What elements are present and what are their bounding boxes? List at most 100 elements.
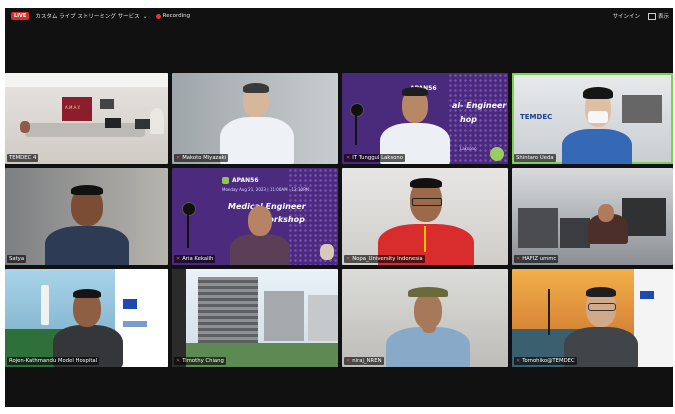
recording-label: Recording [162,13,191,19]
person-body [386,327,470,367]
wall-monitor [100,99,114,109]
person-hair [71,185,103,195]
temdec-logo: TEMDEC [520,113,553,121]
stream-service-title[interactable]: カスタム ライブ ストリーミング サービス [35,12,139,20]
video-tile-hafiz-ummc[interactable]: ✕ HAFIZ ummc [512,168,673,265]
person-body [220,117,294,164]
video-tile-temdec-4[interactable]: A.M.A.Y. TEMDEC 4 [5,73,168,164]
muted-mic-icon: ✕ [516,358,521,364]
record-dot-icon [155,13,161,19]
laptop [105,118,121,128]
video-grid: A.M.A.Y. TEMDEC 4 ✕Makoto Miyazaki APAN5… [5,73,673,373]
view-button[interactable]: 表示 [658,12,669,20]
participant-name: ✕ Nopa_University Indonesia [344,255,425,263]
chevron-down-icon[interactable]: ⌄ [143,13,148,20]
video-tile-makoto-miyazaki[interactable]: ✕ Makoto Miyazaki [172,73,338,164]
slide-title: al- Engineer [452,101,507,110]
recording-indicator: Recording [155,13,191,19]
lanyard [424,226,426,252]
participant-name: ✕ Aria Kekalih [174,255,216,263]
participant-name: ✕ IT Tunggul Laksono [344,154,405,162]
building [308,295,338,341]
video-tile-shintaro-ueda[interactable]: TEMDEC Shintaro Ueda [512,73,673,164]
black-bar [172,269,186,367]
video-tile-niraj-nren[interactable]: ✕ niraj_NREN [342,269,508,367]
webcam-stand [187,214,189,248]
sponsor-logo [640,291,654,299]
webcam-icon [182,202,196,216]
video-tile-tomohiko-temdec[interactable]: ✕ Tomohiko@TEMDEC [512,269,673,367]
slide-title: hop [460,115,477,124]
lab-equipment [518,208,558,248]
person-hair [410,178,442,188]
background-equipment [622,95,662,123]
fishing-pole [548,289,550,335]
person-body [230,234,290,265]
signin-button[interactable]: サインイン [612,12,640,20]
logo-badge [490,147,504,161]
participant-name: Satya [7,255,27,263]
hand [422,319,436,333]
glasses-icon [412,198,442,206]
participant-name: ✕ Tomohiko@TEMDEC [514,357,577,365]
cap [408,287,448,297]
video-tile-it-tunggul-laksono[interactable]: APAN56 al- Engineer hop Laksono ✕IT Tung… [342,73,508,164]
participant-name: Rojen-Kathmandu Model Hospital [7,357,100,365]
top-right-controls: サインイン 表示 [612,12,669,20]
muted-mic-icon: ✕ [346,358,351,364]
participant-name: ✕ Timothy Chiang [174,357,226,365]
attendee [150,108,164,134]
glasses-icon [588,303,616,311]
person-body [45,226,129,265]
video-tile-satya[interactable]: Satya [5,168,168,265]
lighthouse [41,285,49,325]
person-hair [402,87,428,96]
participant-name: ✕ niraj_NREN [344,357,384,365]
sponsor-logo [123,299,137,309]
participant-name: ✕ Makoto Miyazaki [174,154,229,162]
video-tile-aria-kekalih[interactable]: APAN56 Monday Aug 21, 2023 | 11:00AM - 1… [172,168,338,265]
unima-logo: A.M.A.Y. [65,105,81,110]
headphones-icon [583,87,613,99]
person-hair [586,287,616,297]
muted-mic-icon: ✕ [176,358,181,364]
webcam-icon [350,103,364,117]
top-bar: LIVE カスタム ライブ ストリーミング サービス ⌄ Recording サ… [5,8,673,24]
muted-mic-icon: ✕ [346,155,351,161]
live-badge: LIVE [11,12,30,20]
background-monitor [622,198,666,236]
sponsor-logo [123,321,147,327]
face-mask [588,111,608,123]
person-body [562,129,632,164]
muted-mic-icon: ✕ [176,256,181,262]
logo-banner: A.M.A.Y. [62,97,92,121]
person-head [598,204,614,222]
person-hair [73,289,101,298]
apan-logo-icon [222,177,229,184]
participant-name: Shintaro Ueda [514,154,556,162]
video-tile-timothy-chiang[interactable]: ✕ Timothy Chiang [172,269,338,367]
zoom-window: LIVE カスタム ライブ ストリーミング サービス ⌄ Recording サ… [5,8,673,407]
session-date: Monday Aug 21, 2023 | 11:00AM - 12:30PM [222,187,309,192]
person-hair [243,83,269,93]
attendee [20,121,30,133]
person-head [248,206,272,236]
presenter-label: Laksono [460,146,477,151]
lab-equipment [560,218,590,248]
grid-view-icon[interactable] [647,12,656,20]
muted-mic-icon: ✕ [516,256,521,262]
muted-mic-icon: ✕ [176,155,181,161]
building [264,291,304,341]
conference-table [25,123,145,137]
laptop [135,119,151,129]
small-inset-person [320,244,334,260]
sponsor-panel [634,269,673,367]
webcam-stand [355,115,357,145]
muted-mic-icon: ✕ [346,256,351,262]
ceiling [5,73,168,87]
video-tile-nopa-university-indonesia[interactable]: ✕ Nopa_University Indonesia [342,168,508,265]
participant-name: TEMDEC 4 [7,154,39,162]
participant-name: ✕ HAFIZ ummc [514,255,559,263]
apan-label: APAN56 [232,177,259,184]
video-tile-rojen-kathmandu-model-hospital[interactable]: Rojen-Kathmandu Model Hospital [5,269,168,367]
